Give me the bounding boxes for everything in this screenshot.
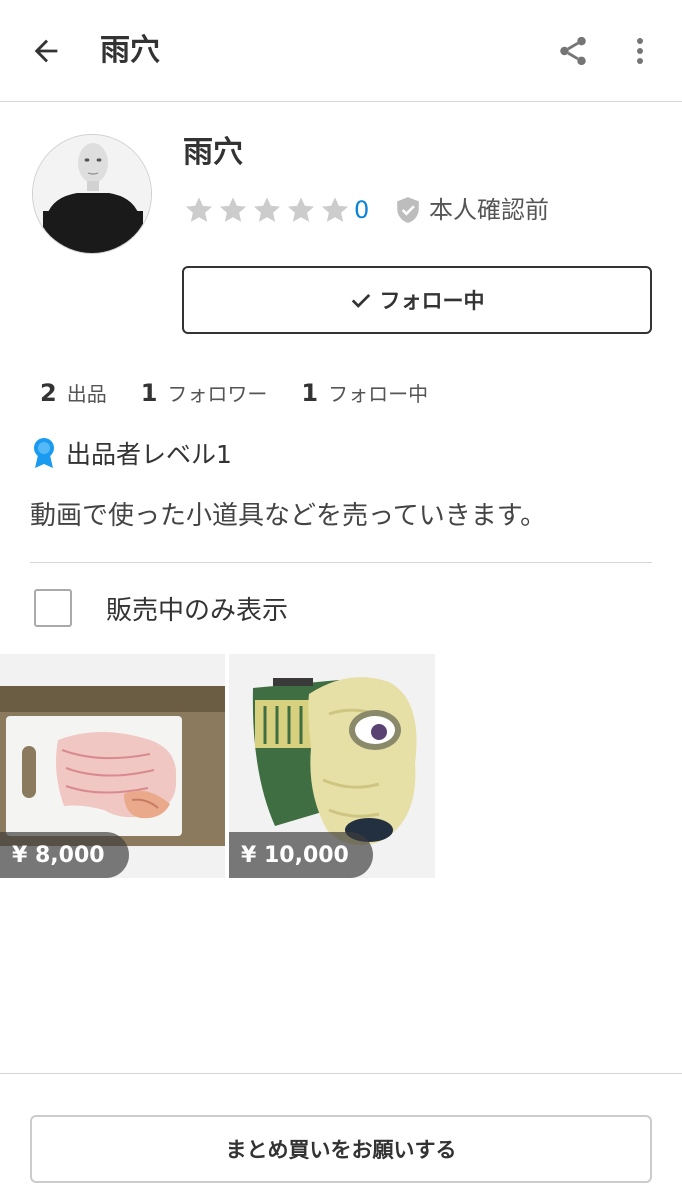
verification-status: 本人確認前 (395, 193, 549, 227)
listings-label: 出品 (66, 381, 107, 406)
share-button[interactable] (550, 28, 596, 74)
user-name: 雨穴 (183, 135, 243, 170)
app-header: 雨穴 (0, 0, 682, 102)
back-button[interactable] (20, 28, 72, 74)
follow-button-label: フォロー中 (379, 289, 485, 313)
profile-stats: 2 出品 1 フォロワー 1 フォロー中 (40, 374, 462, 410)
seller-level[interactable]: 出品者レベル1 (32, 434, 232, 472)
on-sale-filter-label: 販売中のみ表示 (106, 595, 289, 626)
following-stat[interactable]: 1 フォロー中 (301, 378, 428, 407)
star-icon (287, 197, 315, 222)
star-icon (219, 197, 247, 222)
followers-count: 1 (140, 378, 158, 407)
avatar-image (33, 135, 151, 253)
item-price: ¥ 8,000 (0, 832, 129, 878)
footer-divider (0, 1073, 682, 1074)
listings-stat[interactable]: 2 出品 (40, 378, 107, 407)
arrow-left-icon (34, 39, 58, 63)
check-icon (351, 293, 370, 308)
star-icon (321, 197, 349, 222)
following-label: フォロー中 (328, 381, 429, 406)
verification-label: 本人確認前 (429, 196, 549, 224)
section-divider (30, 562, 652, 563)
listings-count: 2 (40, 378, 57, 407)
rating-count-link[interactable]: 0 (354, 193, 369, 227)
avatar[interactable] (32, 134, 152, 254)
page-title: 雨穴 (100, 33, 160, 68)
award-badge-icon (34, 438, 54, 468)
followers-label: フォロワー (167, 381, 268, 406)
follow-button[interactable]: フォロー中 (182, 266, 652, 334)
item-price: ¥ 10,000 (229, 832, 373, 878)
profile-bio: 動画で使った小道具などを売っていきます。 (30, 501, 547, 531)
bulk-purchase-request-label: まとめ買いをお願いする (225, 1138, 457, 1162)
star-icon (185, 197, 213, 222)
followers-stat[interactable]: 1 フォロワー (141, 378, 268, 407)
shield-check-icon (397, 197, 419, 223)
item-card[interactable]: ¥ 8,000 (0, 654, 225, 878)
seller-level-label: 出品者レベル1 (66, 440, 232, 469)
item-card[interactable]: ¥ 10,000 (229, 654, 454, 878)
star-icon (253, 197, 281, 222)
more-vertical-icon (637, 38, 643, 64)
on-sale-checkbox[interactable] (34, 589, 72, 627)
bulk-purchase-request-button[interactable]: まとめ買いをお願いする (30, 1115, 652, 1183)
on-sale-filter[interactable]: 販売中のみ表示 (34, 588, 288, 628)
share-icon (560, 36, 586, 66)
rating-stars (183, 193, 353, 227)
following-count: 1 (301, 378, 319, 407)
more-options-button[interactable] (620, 28, 660, 74)
